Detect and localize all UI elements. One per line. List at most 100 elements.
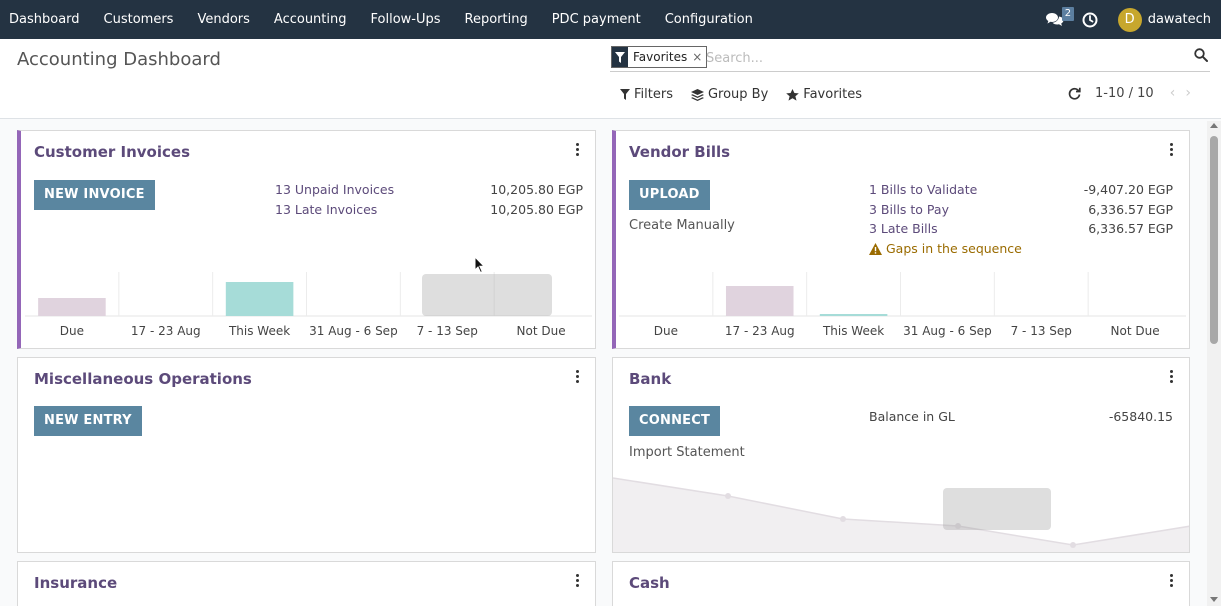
search-panel-toggles: Filters Group By Favorites xyxy=(620,87,880,102)
new-entry-button[interactable]: NEW ENTRY xyxy=(34,406,142,436)
card-menu-kebab-icon[interactable] xyxy=(576,574,582,589)
menu-follow-ups[interactable]: Follow-Ups xyxy=(359,0,453,39)
filters-button[interactable]: Filters xyxy=(620,87,673,102)
warning-text: Gaps in the sequence xyxy=(886,241,1022,256)
card-menu-kebab-icon[interactable] xyxy=(1170,143,1176,158)
pager-value[interactable]: 1-10 / 10 xyxy=(1095,86,1154,101)
search-input[interactable] xyxy=(706,48,1176,68)
card-title[interactable]: Insurance xyxy=(34,574,117,592)
mouse-cursor-icon xyxy=(474,256,485,274)
main-menu: Dashboard Customers Vendors Accounting F… xyxy=(0,0,765,39)
search-bar: Favorites × xyxy=(610,45,1210,72)
bank-card: Bank CONNECT Import Statement Balance in… xyxy=(612,357,1190,553)
groupby-button[interactable]: Group By xyxy=(690,87,768,102)
chart-x-label: Due xyxy=(654,324,678,338)
chart-x-label: 17 - 23 Aug xyxy=(725,324,795,338)
card-title[interactable]: Bank xyxy=(629,370,671,388)
control-panel: Accounting Dashboard Favorites × Filters… xyxy=(0,39,1221,119)
chart-x-label: This Week xyxy=(228,324,290,338)
card-title[interactable]: Vendor Bills xyxy=(629,143,730,161)
menu-vendors[interactable]: Vendors xyxy=(185,0,261,39)
bank-balance-line-chart[interactable] xyxy=(613,468,1190,553)
menu-pdc-payment[interactable]: PDC payment xyxy=(540,0,653,39)
layers-icon xyxy=(690,88,704,101)
menu-accounting[interactable]: Accounting xyxy=(262,0,359,39)
chart-x-label: 31 Aug - 6 Sep xyxy=(903,324,992,338)
card-menu-kebab-icon[interactable] xyxy=(1170,574,1176,589)
card-title[interactable]: Customer Invoices xyxy=(34,143,190,161)
star-icon xyxy=(786,88,800,101)
facet-remove-button[interactable]: × xyxy=(692,50,706,64)
balance-gl-label: Balance in GL xyxy=(869,409,955,424)
bills-to-validate-amount: -9,407.20 EGP xyxy=(1083,182,1173,197)
page-title: Accounting Dashboard xyxy=(17,49,221,70)
filter-icon xyxy=(612,47,628,67)
create-manually-link[interactable]: Create Manually xyxy=(629,218,735,233)
chart-bar[interactable] xyxy=(225,282,294,316)
chat-icon xyxy=(1045,13,1064,26)
bills-to-pay-amount: 6,336.57 EGP xyxy=(1088,202,1173,217)
chart-bar[interactable] xyxy=(38,298,106,316)
sequence-gaps-warning[interactable]: Gaps in the sequence xyxy=(869,241,1022,256)
scroll-up-arrow-icon[interactable] xyxy=(1210,123,1218,128)
menu-customers[interactable]: Customers xyxy=(92,0,186,39)
scrollbar-thumb[interactable] xyxy=(1210,136,1218,344)
import-statement-link[interactable]: Import Statement xyxy=(629,445,745,460)
pager: 1-10 / 10 ‹ › xyxy=(1068,85,1201,101)
favorites-button[interactable]: Favorites xyxy=(786,87,862,102)
activity-clock-icon[interactable] xyxy=(1082,12,1098,28)
chart-x-label: 7 - 13 Sep xyxy=(417,324,478,338)
upload-button[interactable]: UPLOAD xyxy=(629,180,710,210)
unpaid-invoices-amount: 10,205.80 EGP xyxy=(490,182,583,197)
chart-x-label: Not Due xyxy=(517,324,566,338)
chart-x-label: This Week xyxy=(822,324,884,338)
refresh-icon[interactable] xyxy=(1068,87,1081,100)
warning-icon xyxy=(869,242,882,255)
late-bills-link[interactable]: 3 Late Bills xyxy=(869,221,938,236)
cash-card: Cash xyxy=(612,561,1190,606)
bills-to-pay-link[interactable]: 3 Bills to Pay xyxy=(869,202,949,217)
customer-invoices-card: Customer Invoices NEW INVOICE 13 Unpaid … xyxy=(17,130,596,349)
search-icon[interactable] xyxy=(1194,48,1208,66)
new-invoice-button[interactable]: NEW INVOICE xyxy=(34,180,155,210)
menu-reporting[interactable]: Reporting xyxy=(453,0,540,39)
card-title[interactable]: Miscellaneous Operations xyxy=(34,370,252,388)
search-facet-favorites: Favorites × xyxy=(611,46,708,68)
late-bills-amount: 6,336.57 EGP xyxy=(1088,221,1173,236)
menu-configuration[interactable]: Configuration xyxy=(653,0,765,39)
user-menu[interactable]: dawatech xyxy=(1148,12,1211,27)
chart-x-label: Not Due xyxy=(1111,324,1160,338)
filter-icon xyxy=(620,89,630,100)
page-scrollbar[interactable] xyxy=(1207,121,1221,606)
chart-tooltip xyxy=(943,488,1051,530)
misc-operations-card: Miscellaneous Operations NEW ENTRY xyxy=(17,357,596,553)
bills-to-validate-link[interactable]: 1 Bills to Validate xyxy=(869,182,977,197)
late-invoices-amount: 10,205.80 EGP xyxy=(490,202,583,217)
chart-x-label: 31 Aug - 6 Sep xyxy=(309,324,398,338)
filters-label: Filters xyxy=(634,87,673,102)
favorites-label: Favorites xyxy=(803,87,863,102)
messages-button[interactable]: 2 xyxy=(1038,0,1075,39)
messages-count-badge: 2 xyxy=(1061,7,1075,21)
pager-next-button[interactable]: › xyxy=(1185,85,1191,101)
card-title[interactable]: Cash xyxy=(629,574,670,592)
chart-bar[interactable] xyxy=(819,314,888,316)
bills-bar-chart[interactable]: Due 17 - 23 Aug This Week 31 Aug - 6 Sep 7 -… xyxy=(616,272,1189,348)
chart-bar[interactable] xyxy=(725,286,794,316)
balance-gl-value: -65840.15 xyxy=(1108,409,1173,424)
scroll-down-arrow-icon[interactable] xyxy=(1210,597,1218,602)
vendor-bills-card: Vendor Bills UPLOAD Create Manually 1 Bi… xyxy=(612,130,1190,349)
card-menu-kebab-icon[interactable] xyxy=(1170,370,1176,385)
navbar-systray: 2 D dawatech xyxy=(1038,0,1221,39)
chart-x-label: Due xyxy=(60,324,84,338)
facet-label: Favorites xyxy=(633,50,688,64)
card-menu-kebab-icon[interactable] xyxy=(576,143,582,158)
user-avatar[interactable]: D xyxy=(1117,7,1142,32)
card-menu-kebab-icon[interactable] xyxy=(576,370,582,385)
late-invoices-link[interactable]: 13 Late Invoices xyxy=(275,202,377,217)
pager-previous-button[interactable]: ‹ xyxy=(1170,85,1176,101)
insurance-card: Insurance xyxy=(17,561,596,606)
menu-dashboard[interactable]: Dashboard xyxy=(0,0,92,39)
unpaid-invoices-link[interactable]: 13 Unpaid Invoices xyxy=(275,182,394,197)
connect-button[interactable]: CONNECT xyxy=(629,406,721,436)
